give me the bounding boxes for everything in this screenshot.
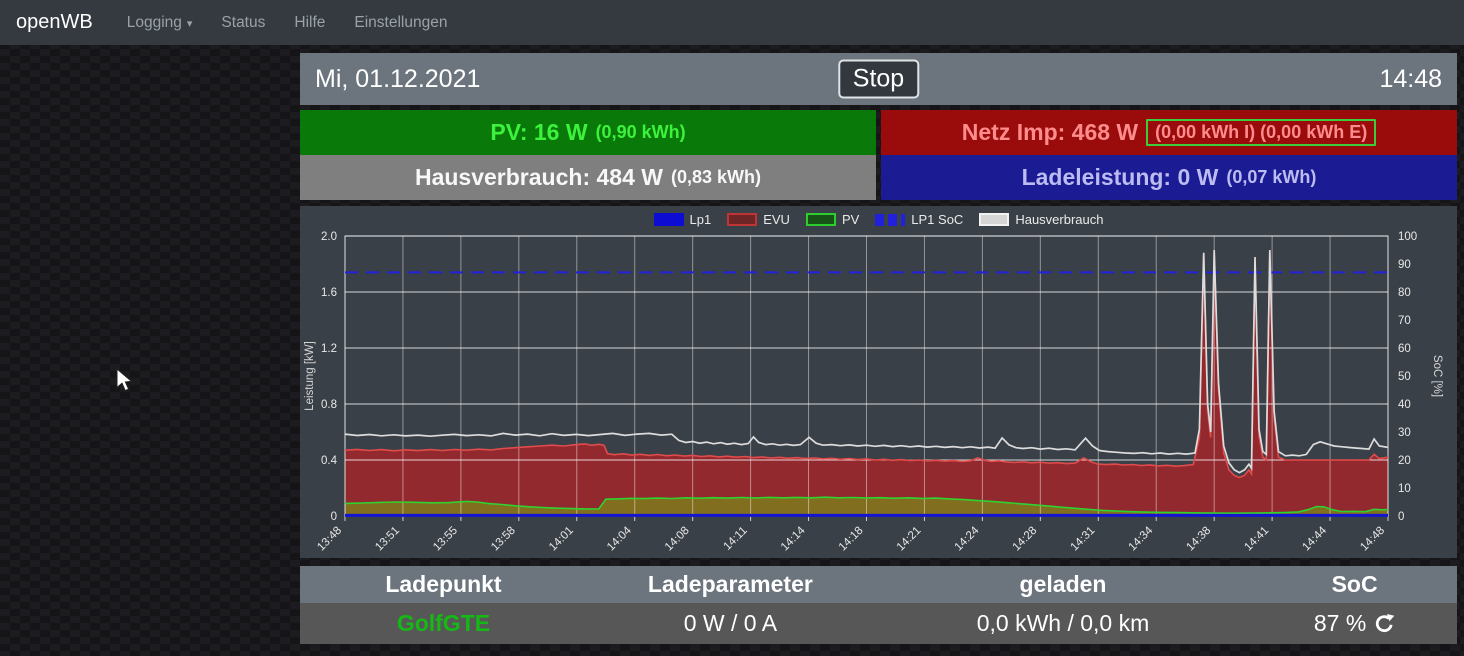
col-soc: SoC bbox=[1331, 571, 1378, 597]
current-time: 14:48 bbox=[1379, 64, 1442, 93]
svg-text:70: 70 bbox=[1398, 315, 1411, 327]
status-pv: PV: 16 W (0,90 kWh) bbox=[300, 110, 876, 155]
lade-energy: (0,07 kWh) bbox=[1226, 167, 1317, 187]
svg-text:14:18: 14:18 bbox=[837, 525, 866, 554]
svg-text:14:48: 14:48 bbox=[1358, 525, 1387, 554]
header-bar: Mi, 01.12.2021 Stop 14:48 bbox=[300, 53, 1457, 105]
current-date: Mi, 01.12.2021 bbox=[315, 64, 481, 93]
legend-label: EVU bbox=[763, 212, 790, 227]
legend-label: PV bbox=[841, 212, 860, 227]
geladen-value: 0,0 kWh / 0,0 km bbox=[976, 610, 1150, 636]
svg-text:14:01: 14:01 bbox=[547, 525, 576, 554]
chargepoint-table: Ladepunkt Ladeparameter geladen SoC Golf… bbox=[300, 566, 1457, 644]
chevron-down-icon: ▾ bbox=[186, 17, 193, 30]
svg-text:90: 90 bbox=[1398, 259, 1411, 271]
mouse-cursor bbox=[116, 368, 133, 392]
svg-text:14:21: 14:21 bbox=[895, 525, 924, 554]
stop-button[interactable]: Stop bbox=[837, 59, 920, 99]
svg-text:1.2: 1.2 bbox=[321, 343, 337, 355]
col-ladeparameter: Ladeparameter bbox=[647, 571, 813, 597]
status-hausverbrauch: Hausverbrauch: 484 W (0,83 kWh) bbox=[300, 155, 876, 200]
svg-text:60: 60 bbox=[1398, 343, 1411, 355]
soc-value: 87 % bbox=[1313, 610, 1367, 636]
svg-text:14:24: 14:24 bbox=[953, 524, 982, 553]
svg-text:14:38: 14:38 bbox=[1184, 525, 1213, 554]
legend-item-hausverbrauch: Hausverbrauch bbox=[979, 212, 1103, 227]
chart-legend: Lp1 EVU PV LP1 SoC Hausverbrauch bbox=[300, 212, 1457, 227]
soc-cell: 87 % bbox=[1252, 610, 1457, 637]
col-geladen: geladen bbox=[1019, 571, 1107, 597]
svg-text:14:41: 14:41 bbox=[1242, 525, 1271, 554]
power-soc-chart: 13:48 13:51 13:55 13:58 14:01 14:04 14:08 14:11… bbox=[304, 231, 1443, 554]
soc-refresh-button[interactable] bbox=[1374, 613, 1395, 634]
pv-energy: (0,90 kWh) bbox=[595, 122, 686, 142]
svg-text:1.6: 1.6 bbox=[321, 287, 337, 299]
svg-text:13:51: 13:51 bbox=[373, 525, 402, 554]
lade-value: Ladeleistung: 0 W bbox=[1021, 164, 1219, 190]
status-ladeleistung: Ladeleistung: 0 W (0,07 kWh) bbox=[881, 155, 1457, 200]
haus-energy: (0,83 kWh) bbox=[670, 167, 761, 187]
svg-text:0.8: 0.8 bbox=[321, 399, 337, 411]
svg-text:14:14: 14:14 bbox=[779, 524, 808, 553]
svg-text:14:08: 14:08 bbox=[663, 525, 692, 554]
chargepoint-name[interactable]: GolfGTE bbox=[300, 610, 587, 637]
ladeparameter-value: 0 W / 0 A bbox=[683, 610, 778, 636]
svg-text:14:44: 14:44 bbox=[1300, 524, 1329, 553]
haus-value: Hausverbrauch: 484 W bbox=[414, 164, 663, 190]
status-netz-import: Netz Imp: 468 W (0,00 kWh I) (0,00 kWh E… bbox=[881, 110, 1457, 155]
legend-item-pv: PV bbox=[805, 212, 860, 227]
legend-item-evu: EVU bbox=[727, 212, 790, 227]
legend-swatch bbox=[727, 213, 758, 226]
svg-text:14:28: 14:28 bbox=[1011, 525, 1040, 554]
power-chart-panel: Lp1 EVU PV LP1 SoC Hausverbrauch 13:48 13:51 1… bbox=[300, 206, 1457, 558]
nav-item-status[interactable]: Status bbox=[221, 14, 265, 32]
col-ladepunkt: Ladepunkt bbox=[385, 571, 502, 597]
openwb-main-page: openWB Logging ▾ Status Hilfe Einstellung… bbox=[0, 0, 1464, 656]
legend-item-lp1: Lp1 bbox=[653, 212, 712, 227]
legend-label: LP1 SoC bbox=[911, 212, 964, 227]
svg-text:10: 10 bbox=[1398, 483, 1411, 495]
svg-text:40: 40 bbox=[1398, 399, 1411, 411]
svg-text:14:31: 14:31 bbox=[1069, 525, 1098, 554]
svg-text:100: 100 bbox=[1398, 231, 1417, 243]
legend-label: Lp1 bbox=[689, 212, 712, 227]
svg-text:20: 20 bbox=[1398, 455, 1411, 467]
legend-label: Hausverbrauch bbox=[1015, 212, 1104, 227]
netz-energy-highlight: (0,00 kWh I) (0,00 kWh E) bbox=[1146, 119, 1377, 146]
legend-swatch bbox=[805, 213, 836, 226]
svg-text:0.4: 0.4 bbox=[321, 455, 338, 467]
legend-swatch bbox=[979, 213, 1010, 226]
svg-text:14:34: 14:34 bbox=[1127, 524, 1156, 553]
svg-text:50: 50 bbox=[1398, 371, 1411, 383]
nav-item-einstellungen[interactable]: Einstellungen bbox=[354, 14, 447, 32]
svg-text:14:11: 14:11 bbox=[721, 525, 749, 553]
refresh-icon bbox=[1376, 614, 1395, 633]
svg-text:2.0: 2.0 bbox=[321, 231, 337, 243]
main-content: Mi, 01.12.2021 Stop 14:48 PV: 16 W (0,90… bbox=[300, 53, 1457, 644]
table-row: GolfGTE 0 W / 0 A 0,0 kWh / 0,0 km 87 % bbox=[300, 603, 1457, 644]
nav-item-hilfe[interactable]: Hilfe bbox=[294, 14, 325, 32]
nav-item-logging[interactable]: Logging ▾ bbox=[127, 14, 193, 32]
legend-swatch bbox=[653, 213, 684, 226]
nav-items: Logging ▾ Status Hilfe Einstellungen bbox=[127, 14, 448, 32]
status-grid: PV: 16 W (0,90 kWh) Netz Imp: 468 W (0,0… bbox=[300, 110, 1457, 200]
svg-text:SoC [%]: SoC [%] bbox=[1431, 355, 1443, 397]
svg-text:13:48: 13:48 bbox=[315, 525, 344, 554]
svg-text:13:55: 13:55 bbox=[431, 525, 460, 554]
netz-value: Netz Imp: 468 W bbox=[961, 119, 1139, 145]
svg-text:80: 80 bbox=[1398, 287, 1411, 299]
svg-text:30: 30 bbox=[1398, 427, 1411, 439]
pv-value: PV: 16 W bbox=[490, 119, 588, 145]
top-navbar: openWB Logging ▾ Status Hilfe Einstellung… bbox=[0, 0, 1464, 45]
app-brand[interactable]: openWB bbox=[16, 11, 93, 34]
table-header-row: Ladepunkt Ladeparameter geladen SoC bbox=[300, 566, 1457, 603]
legend-swatch bbox=[875, 213, 906, 226]
svg-text:Leistung [kW]: Leistung [kW] bbox=[304, 341, 316, 411]
svg-text:14:04: 14:04 bbox=[605, 524, 634, 553]
svg-text:13:58: 13:58 bbox=[489, 525, 518, 554]
svg-text:0: 0 bbox=[331, 511, 337, 523]
legend-item-lp1-soc: LP1 SoC bbox=[875, 212, 963, 227]
svg-text:0: 0 bbox=[1398, 511, 1404, 523]
